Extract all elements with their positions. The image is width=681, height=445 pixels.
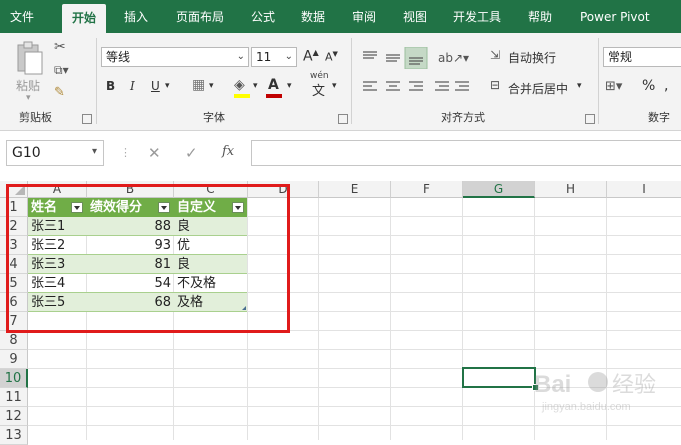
chevron-down-icon: ⌄ — [236, 51, 245, 62]
separator — [96, 38, 97, 124]
gridline — [28, 425, 681, 426]
phonetic-dropdown-icon[interactable]: ▾ — [332, 81, 337, 91]
format-painter-icon[interactable]: ✎ — [54, 85, 65, 100]
grow-font-icon: A — [303, 48, 313, 65]
svg-text:Bai: Bai — [534, 371, 571, 398]
fill-color-icon[interactable]: ◈ — [234, 77, 245, 93]
font-name-value: 等线 — [106, 50, 131, 64]
gridline — [390, 198, 391, 440]
bold-button[interactable]: B — [106, 79, 115, 93]
font-color-dropdown-icon[interactable]: ▾ — [287, 81, 292, 91]
formula-input[interactable] — [251, 140, 681, 166]
merge-center-button[interactable]: 合并后居中 — [508, 80, 568, 97]
orientation-icon[interactable]: ab↗▾ — [438, 51, 469, 65]
percent-button[interactable]: % — [642, 78, 655, 94]
comma-icon[interactable]: , — [664, 78, 668, 94]
clipboard-launcher-icon[interactable] — [82, 114, 92, 124]
font-size-value: 11 — [256, 50, 272, 64]
alignment-group-label: 对齐方式 — [441, 111, 485, 124]
ribbon: 粘贴 ▾ ✂ ⧉▾ ✎ 剪贴板 等线 ⌄ 11 ⌄ A▲ A▼ B I U ▾ … — [0, 33, 681, 131]
tab-insert[interactable]: 插入 — [124, 0, 148, 33]
gridline — [318, 198, 319, 440]
wrap-text-button[interactable]: 自动换行 — [508, 49, 556, 66]
column-header-i[interactable]: I — [607, 181, 681, 198]
underline-dropdown-icon[interactable]: ▾ — [165, 81, 170, 91]
separator — [351, 38, 352, 124]
borders-dropdown-icon[interactable]: ▾ — [209, 81, 214, 91]
column-header-g[interactable]: G — [463, 181, 535, 198]
shrink-font-button[interactable]: A▼ — [325, 50, 338, 64]
cut-icon[interactable]: ✂ — [54, 39, 66, 55]
column-header-e[interactable]: E — [319, 181, 391, 198]
enter-icon[interactable]: ✓ — [185, 144, 198, 162]
font-color-icon[interactable]: A — [268, 77, 279, 93]
shrink-font-icon: A — [325, 50, 333, 64]
row-header-9[interactable]: 9 — [0, 350, 28, 369]
italic-button[interactable]: I — [130, 79, 135, 93]
merge-dropdown-icon[interactable]: ▾ — [577, 81, 582, 91]
phonetic-icon[interactable]: 文 — [312, 80, 325, 99]
more-options-icon[interactable]: ⋮ — [120, 146, 131, 159]
tab-review[interactable]: 审阅 — [352, 0, 376, 33]
underline-button[interactable]: U — [151, 79, 160, 93]
insert-function-button[interactable]: fx — [222, 144, 234, 159]
baidu-watermark-logo: Bai 经验 jingyan.baidu.com — [532, 364, 672, 414]
horizontal-align-buttons — [360, 79, 470, 95]
gridline — [462, 198, 463, 440]
gridline — [28, 349, 681, 350]
currency-icon[interactable]: ⊞▾ — [605, 79, 622, 94]
paste-button[interactable]: 粘贴 — [16, 77, 40, 94]
tab-file[interactable]: 文件 — [10, 0, 34, 33]
paste-icon[interactable] — [14, 39, 46, 77]
fill-dropdown-icon[interactable]: ▾ — [253, 81, 258, 91]
row-header-11[interactable]: 11 — [0, 388, 28, 407]
ribbon-tab-bar: 文件 开始 插入 页面布局 公式 数据 审阅 视图 开发工具 帮助 Power … — [0, 0, 681, 33]
column-header-h[interactable]: H — [535, 181, 607, 198]
row-header-8[interactable]: 8 — [0, 331, 28, 350]
font-size-select[interactable]: 11 ⌄ — [251, 47, 297, 67]
svg-text:jingyan.baidu.com: jingyan.baidu.com — [541, 401, 631, 413]
tab-help[interactable]: 帮助 — [528, 0, 552, 33]
tab-view[interactable]: 视图 — [403, 0, 427, 33]
svg-text:经验: 经验 — [612, 373, 656, 398]
font-group-label: 字体 — [203, 111, 225, 124]
tab-page-layout[interactable]: 页面布局 — [176, 0, 224, 33]
wrap-text-icon[interactable]: ⇲ — [490, 48, 500, 62]
clipboard-group-label: 剪贴板 — [19, 111, 52, 124]
font-color-swatch — [266, 94, 282, 98]
name-box[interactable]: G10 — [6, 140, 104, 166]
separator — [598, 38, 599, 124]
cancel-icon[interactable]: ✕ — [148, 144, 161, 162]
borders-icon[interactable]: ▦ — [192, 77, 205, 93]
tab-data[interactable]: 数据 — [301, 0, 325, 33]
font-launcher-icon[interactable] — [338, 114, 348, 124]
merge-center-icon[interactable]: ⊟ — [490, 78, 500, 92]
tab-home[interactable]: 开始 — [62, 4, 107, 33]
row-header-10[interactable]: 10 — [0, 369, 28, 388]
copy-icon[interactable]: ⧉▾ — [54, 63, 69, 78]
number-format-value: 常规 — [608, 50, 633, 64]
number-format-select[interactable]: 常规 — [603, 47, 681, 67]
row-header-13[interactable]: 13 — [0, 426, 28, 445]
tab-developer[interactable]: 开发工具 — [453, 0, 501, 33]
highlight-box — [6, 184, 290, 333]
tab-power-pivot[interactable]: Power Pivot — [580, 0, 650, 33]
fill-color-swatch — [234, 94, 250, 98]
alignment-launcher-icon[interactable] — [585, 114, 595, 124]
row-header-12[interactable]: 12 — [0, 407, 28, 426]
column-header-f[interactable]: F — [391, 181, 463, 198]
chevron-down-icon: ⌄ — [284, 51, 293, 62]
tab-formulas[interactable]: 公式 — [251, 0, 275, 33]
paste-dropdown-icon[interactable]: ▾ — [26, 93, 31, 103]
number-group-label: 数字 — [648, 111, 670, 124]
active-cell-g10[interactable] — [462, 367, 536, 388]
font-name-select[interactable]: 等线 ⌄ — [101, 47, 249, 67]
vertical-align-buttons — [360, 46, 430, 70]
name-box-dropdown-icon[interactable]: ▾ — [92, 146, 97, 157]
grow-font-button[interactable]: A▲ — [303, 48, 319, 65]
